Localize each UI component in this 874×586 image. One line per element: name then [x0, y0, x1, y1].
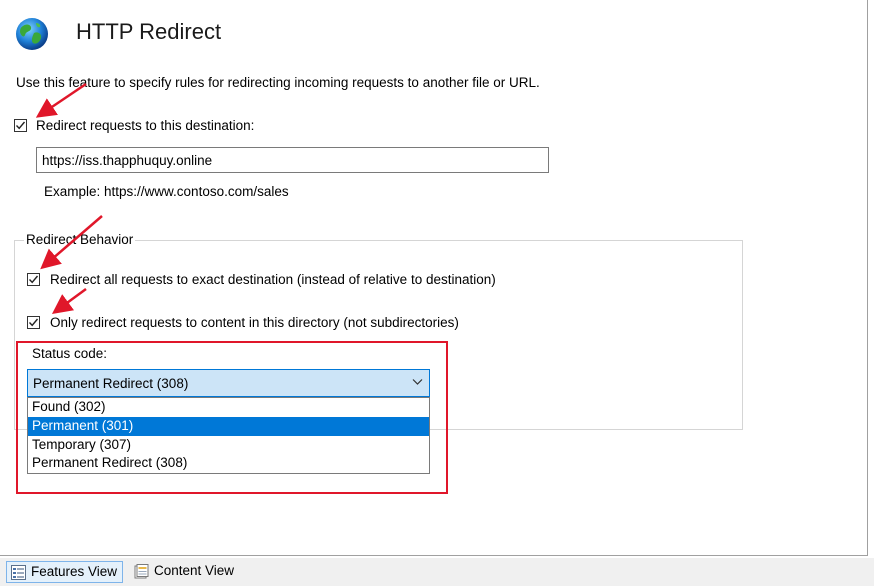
features-view-label: Features View [31, 564, 118, 579]
features-view-icon [11, 565, 26, 580]
only-directory-label: Only redirect requests to content in thi… [50, 315, 459, 330]
feature-panel: HTTP Redirect Use this feature to specif… [0, 0, 868, 556]
checkmark-icon [28, 318, 39, 327]
checkmark-icon [28, 275, 39, 284]
exact-destination-label: Redirect all requests to exact destinati… [50, 272, 496, 287]
destination-input[interactable] [36, 147, 549, 173]
features-view-tab[interactable]: Features View [6, 561, 124, 583]
checkmark-icon [15, 121, 26, 130]
content-view-tab[interactable]: Content View [130, 561, 239, 583]
page-title: HTTP Redirect [76, 19, 222, 44]
redirect-enabled-checkbox[interactable] [14, 119, 27, 132]
only-directory-checkbox[interactable] [27, 316, 40, 329]
view-switcher-bar: Features View Content View [0, 558, 874, 586]
globe-icon [16, 18, 48, 50]
redirect-enabled-label: Redirect requests to this destination: [36, 118, 255, 133]
content-view-icon [134, 564, 149, 579]
destination-example: Example: https://www.contoso.com/sales [44, 184, 289, 199]
exact-destination-checkbox[interactable] [27, 273, 40, 286]
annotation-highlight-box [16, 341, 448, 494]
redirect-behavior-legend: Redirect Behavior [24, 232, 136, 247]
feature-description: Use this feature to specify rules for re… [16, 75, 540, 90]
content-view-label: Content View [154, 563, 235, 578]
